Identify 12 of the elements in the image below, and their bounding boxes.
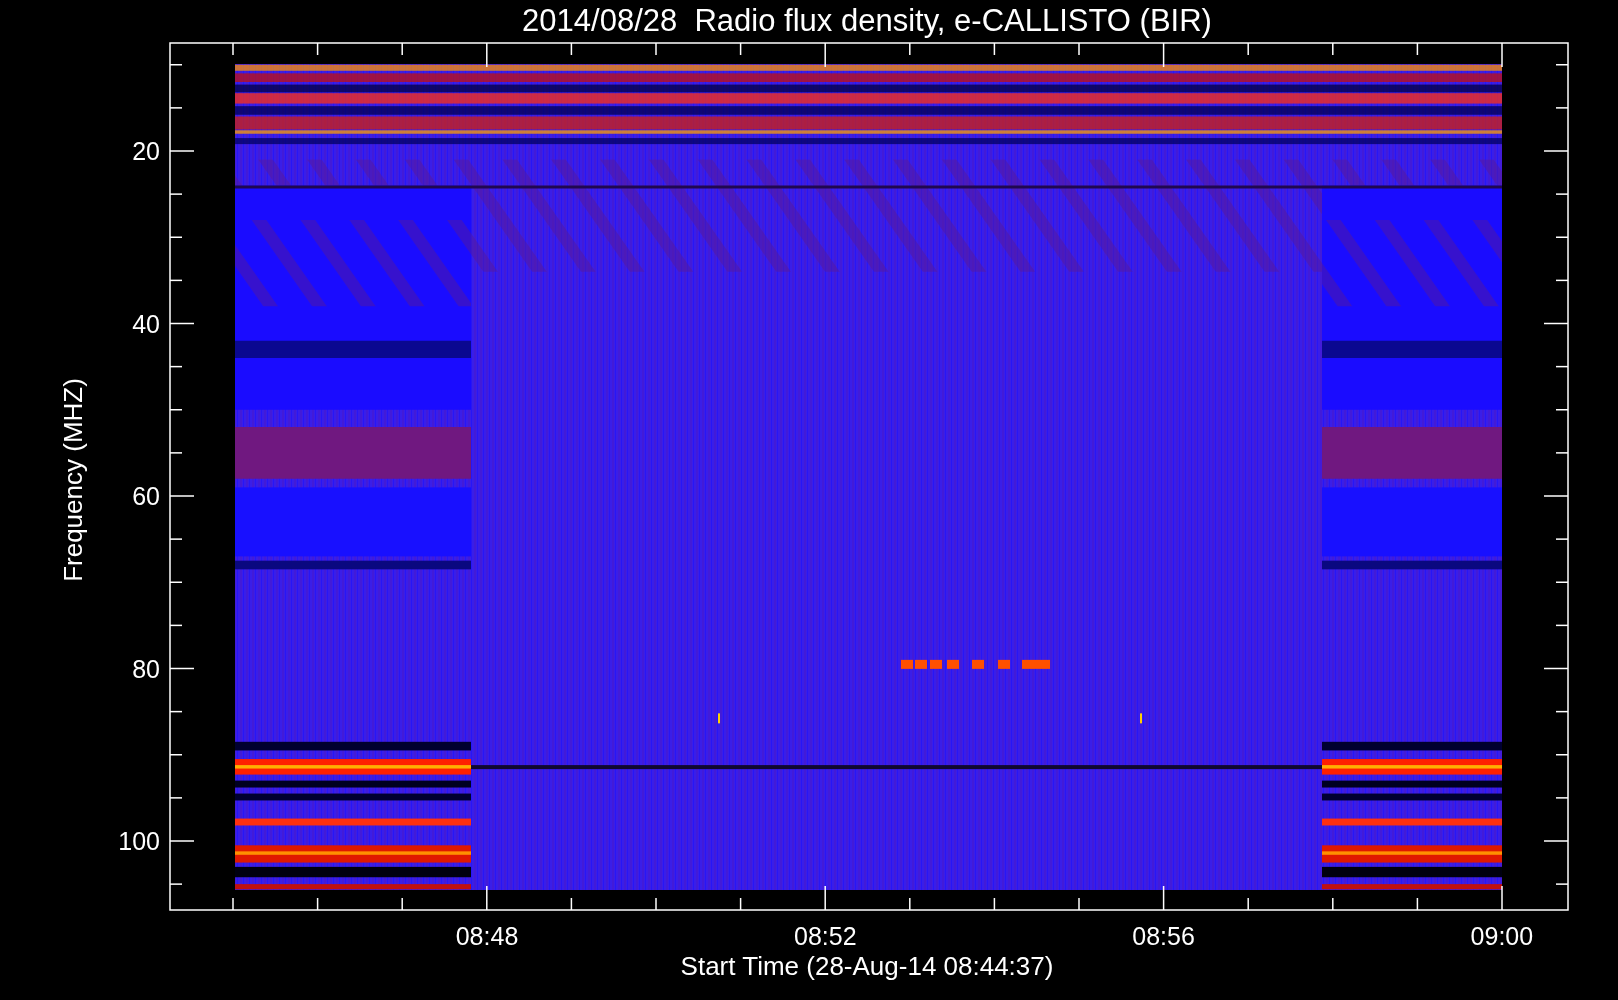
x-tick-label: 08:48 (455, 922, 519, 950)
x-tick-label: 09:00 (1470, 922, 1534, 950)
y-tick-label: 100 (118, 827, 160, 855)
y-tick-label: 20 (132, 137, 160, 165)
x-tick-label: 08:56 (1132, 922, 1195, 950)
chart-title: 2014/08/28 Radio flux density, e-CALLISTO (BIR) (522, 3, 1212, 38)
y-tick-label: 80 (132, 654, 160, 683)
y-tick-label: 60 (132, 482, 160, 510)
y-tick-label: 40 (132, 309, 160, 338)
x-axis-label: Start Time (28-Aug-14 08:44:37) (680, 951, 1054, 981)
x-tick-label: 08:52 (794, 922, 857, 950)
y-axis-label: Frequency (MHZ) (58, 378, 88, 582)
